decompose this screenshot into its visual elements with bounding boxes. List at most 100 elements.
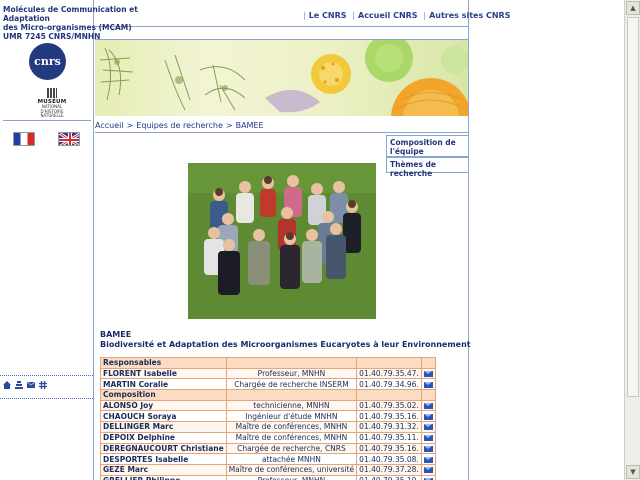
- left-column-border: [93, 0, 94, 480]
- member-name: ALONSO Joy: [100, 399, 227, 412]
- table-row: CHAOUCH Soraya Ingénieur d'étude MNHN 01.4…: [100, 410, 436, 423]
- museum-emblem-icon: [47, 88, 57, 98]
- email-icon[interactable]: [423, 403, 433, 410]
- top-nav: | Le CNRS | Accueil CNRS | Autres sites CNR…: [300, 11, 510, 20]
- member-phone: 01.40.79.35.16.: [356, 410, 422, 423]
- breadcrumb-item-accueil[interactable]: Accueil: [95, 121, 124, 130]
- section-header-cell: [356, 389, 422, 401]
- scroll-up-arrow-icon[interactable]: ▲: [626, 1, 640, 15]
- hash-icon[interactable]: [39, 381, 47, 389]
- email-icon[interactable]: [423, 456, 433, 463]
- header-banner-image: [95, 40, 468, 116]
- nav-link-le-cnrs[interactable]: Le CNRS: [309, 11, 347, 20]
- member-name: GEZE Marc: [100, 463, 227, 476]
- sitemap-icon[interactable]: [15, 381, 23, 389]
- table-row: GRELLIER PhilippeProfesseur, MNHN01.40.7…: [100, 474, 436, 480]
- team-members-table: Responsables FLORENT Isabelle Professeur, …: [100, 357, 436, 480]
- member-name: CHAOUCH Soraya: [100, 410, 227, 423]
- table-row: DELLINGER Marc Maître de conférences, MNH…: [100, 421, 436, 433]
- scrollbar-thumb[interactable]: [627, 17, 639, 397]
- member-email-cell: [420, 474, 436, 480]
- nav-separator: |: [352, 11, 355, 20]
- nav-separator: |: [423, 11, 427, 20]
- logo-divider: [3, 120, 91, 121]
- menu-composition-equipe[interactable]: Composition de l'équipe: [386, 135, 468, 157]
- section-header-cell: [225, 357, 358, 369]
- email-icon[interactable]: [423, 435, 433, 442]
- table-row: ALONSO Joy technicienne, MNHN 01.40.79.35.…: [100, 399, 436, 412]
- breadcrumb-item-current: BAMEE: [235, 121, 264, 130]
- nav-link-autres-sites[interactable]: Autres sites CNRS: [429, 11, 510, 20]
- member-title: Chargée de recherche, CNRS: [225, 442, 358, 455]
- member-title: Maître de conférences, MNHN: [225, 431, 358, 444]
- member-email-cell: [420, 410, 436, 423]
- breadcrumb-separator: >: [225, 121, 233, 130]
- right-page-border: [468, 0, 469, 480]
- member-phone: 01.40.79.35.16.: [356, 442, 422, 455]
- member-name: FLORENT Isabelle: [100, 367, 227, 380]
- email-icon[interactable]: [423, 467, 433, 474]
- email-icon[interactable]: [423, 381, 433, 388]
- member-phone: 01.40.79.34.96.: [356, 378, 422, 391]
- table-row: MARTIN Coralie Chargée de recherche INSER…: [100, 378, 436, 391]
- nav-link-accueil-cnrs[interactable]: Accueil CNRS: [358, 11, 418, 20]
- left-tool-icons: [3, 381, 47, 389]
- member-title: Professeur, MNHN: [225, 367, 358, 380]
- email-icon[interactable]: [423, 371, 433, 378]
- english-flag-icon[interactable]: [58, 132, 80, 146]
- member-title: attachée MNHN: [225, 453, 358, 465]
- team-full-name: Biodiversité et Adaptation des Microorga…: [100, 340, 471, 349]
- email-icon[interactable]: [423, 424, 433, 431]
- member-name: DEREGNAUCOURT Christiane: [100, 442, 227, 455]
- member-email-cell: [420, 442, 436, 455]
- table-row: DEREGNAUCOURT Christiane Chargée de reche…: [100, 442, 436, 455]
- member-phone: 01.40.79.35.11.: [356, 431, 422, 444]
- section-title: Composition: [100, 389, 227, 401]
- section-header-cell: [356, 357, 422, 369]
- member-phone: 01.40.79.35.08.: [356, 453, 422, 465]
- member-name: DESPORTES Isabelle: [100, 453, 227, 465]
- vertical-scrollbar[interactable]: ▲ ▼: [624, 0, 640, 480]
- member-phone: 01.40.79.31.32.: [356, 421, 422, 433]
- member-email-cell: [420, 378, 436, 391]
- left-dotted-divider-bottom: [0, 398, 93, 399]
- home-icon[interactable]: [3, 381, 11, 389]
- menu-themes-recherche[interactable]: Thèmes de recherche: [386, 157, 468, 178]
- uk-flag-graphic: [59, 133, 79, 145]
- member-name: DEPOIX Delphine: [100, 431, 227, 444]
- team-photo: [188, 163, 376, 319]
- member-phone: 01.40.79.35.10.: [356, 474, 422, 480]
- member-email-cell: [420, 421, 436, 433]
- breadcrumb-separator: >: [126, 121, 134, 130]
- nav-separator: |: [303, 11, 306, 20]
- table-row: DEPOIX Delphine Maître de conférences, MN…: [100, 431, 436, 444]
- contact-mail-icon[interactable]: [26, 381, 36, 389]
- table-section-header: Responsables: [100, 357, 436, 369]
- section-header-cell: [420, 357, 436, 369]
- french-flag-icon[interactable]: [13, 132, 35, 146]
- member-email-cell: [420, 453, 436, 465]
- breadcrumb: Accueil > Equipes de recherche > BAMEE: [95, 121, 264, 130]
- breadcrumb-item-equipes[interactable]: Equipes de recherche: [136, 121, 223, 130]
- microorganism-illustration: [99, 40, 468, 116]
- member-email-cell: [420, 399, 436, 412]
- lab-title-line: Molécules de Communication et Adaptation: [3, 5, 138, 23]
- table-row: GEZE Marc Maître de conférences, universi…: [100, 463, 436, 476]
- cnrs-logo[interactable]: cnrs: [29, 43, 66, 80]
- member-title: Maître de conférences, MNHN: [225, 421, 358, 433]
- section-header-cell: [225, 389, 358, 401]
- member-name: GRELLIER Philippe: [100, 474, 227, 480]
- museum-logo[interactable]: MUSÉUM NATIONAL D'HISTOIRE NATURELLE: [34, 88, 70, 119]
- member-email-cell: [420, 367, 436, 380]
- lab-title: Molécules de Communication et Adaptation…: [3, 5, 163, 41]
- email-icon[interactable]: [423, 413, 433, 420]
- member-email-cell: [420, 463, 436, 476]
- section-title: Responsables: [100, 357, 227, 369]
- section-header-cell: [420, 389, 436, 401]
- email-icon[interactable]: [423, 445, 433, 452]
- breadcrumb-underline: [95, 132, 468, 133]
- scroll-down-arrow-icon[interactable]: ▼: [626, 465, 640, 479]
- museum-logo-sub: NATURELLE: [40, 113, 64, 118]
- team-group-photo-graphic: [188, 163, 376, 319]
- left-dotted-divider-top: [0, 375, 93, 376]
